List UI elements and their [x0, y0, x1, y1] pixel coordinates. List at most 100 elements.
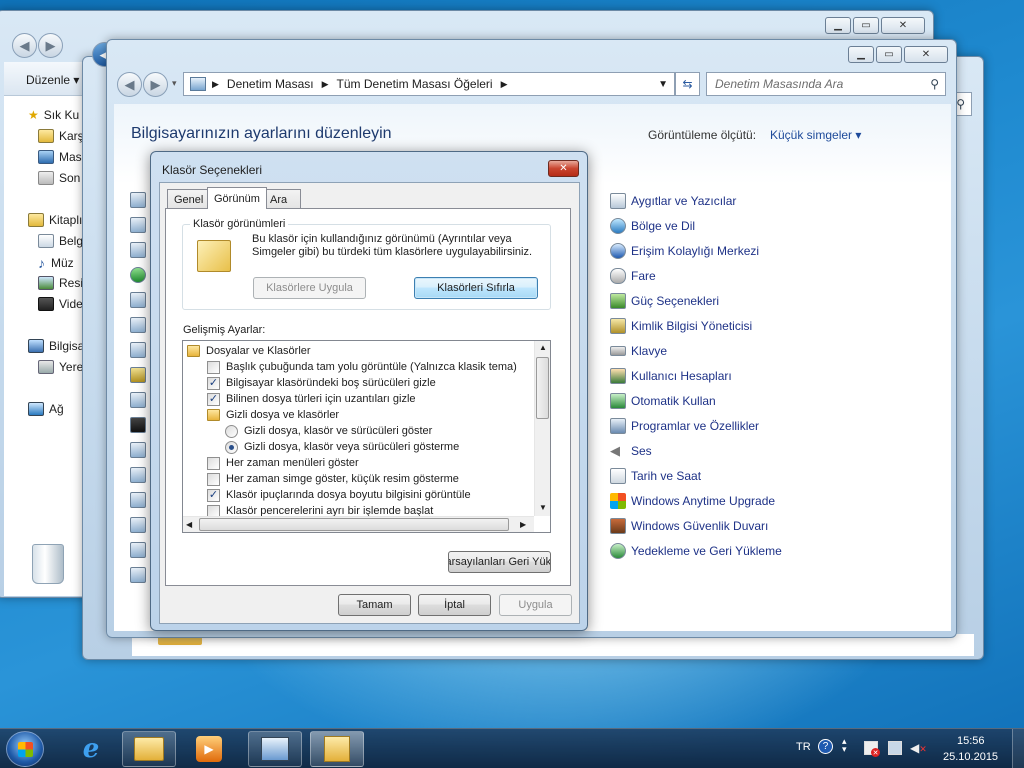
search-box[interactable]: Denetim Masasında Ara ⚲	[706, 72, 946, 96]
radio-button-selected[interactable]	[225, 440, 238, 454]
clock-time[interactable]: 15:56	[957, 735, 985, 747]
cp-item-region-language[interactable]: Bölge ve Dil	[610, 217, 695, 235]
breadcrumb-control-panel[interactable]: Denetim Masası	[227, 77, 314, 91]
nav-favorites[interactable]: ★ Sık Ku	[28, 108, 79, 122]
tree-option-full-path[interactable]: Başlık çubuğunda tam yolu görüntüle (Yal…	[207, 359, 517, 375]
checkbox[interactable]	[207, 360, 220, 374]
scroll-left-arrow-icon[interactable]: ◀	[186, 520, 192, 529]
taskbar-media-player-button[interactable]: ▶	[182, 731, 236, 767]
show-desktop-button[interactable]	[1012, 729, 1024, 768]
nav-desktop[interactable]: Karş	[38, 129, 84, 143]
cp-item-power-options[interactable]: Güç Seçenekleri	[610, 292, 719, 310]
nav-videos[interactable]: Vide	[38, 297, 83, 311]
maximize-button[interactable]: ▭	[853, 17, 879, 34]
cp-icon-7[interactable]	[130, 342, 146, 358]
apply-to-folders-button[interactable]: Klasörlere Uygula	[253, 277, 366, 299]
cp-icon-4[interactable]	[130, 267, 146, 283]
start-button[interactable]	[6, 731, 44, 767]
hscroll-thumb[interactable]	[199, 518, 509, 531]
tree-option-always-show-icons[interactable]: Her zaman simge göster, küçük resim göst…	[207, 471, 459, 487]
forward-button[interactable]: ▶	[38, 33, 63, 58]
reset-folders-button[interactable]: Klasörleri Sıfırla	[414, 277, 538, 299]
cancel-button[interactable]: İptal	[418, 594, 491, 616]
horizontal-scrollbar[interactable]: ◀ ▶	[183, 516, 534, 532]
vertical-scrollbar[interactable]: ▲ ▼	[534, 341, 550, 516]
address-bar[interactable]: ▶ Denetim Masası ▶ Tüm Denetim Masası Öğ…	[183, 72, 675, 96]
cp-icon-9[interactable]	[130, 392, 146, 408]
cp-item-devices-printers[interactable]: Aygıtlar ve Yazıcılar	[610, 192, 736, 210]
forward-button[interactable]: ▶	[143, 72, 168, 97]
nav-local-disk[interactable]: Yere	[38, 360, 83, 374]
tab-search[interactable]: Ara	[263, 189, 301, 209]
tree-option-hide-empty-drives[interactable]: ✓ Bilgisayar klasöründeki boş sürücüleri …	[207, 375, 436, 391]
organize-menu[interactable]: Düzenle ▾	[26, 73, 79, 87]
tree-option-show-hidden[interactable]: Gizli dosya, klasör ve sürücüleri göster	[225, 423, 432, 439]
minimize-button[interactable]: ▁	[848, 46, 874, 63]
close-button[interactable]: ✕	[904, 46, 948, 63]
tree-option-dont-show-hidden[interactable]: Gizli dosya, klasör veya sürücüleri göst…	[225, 439, 459, 455]
apply-button[interactable]: Uygula	[499, 594, 572, 616]
cp-icon-6[interactable]	[130, 317, 146, 333]
cp-item-firewall[interactable]: Windows Güvenlik Duvarı	[610, 517, 768, 535]
volume-muted-icon[interactable]: ◀✕	[910, 741, 927, 755]
cp-icon-1[interactable]	[130, 192, 146, 208]
nav-music[interactable]: ♪ Müz	[38, 255, 74, 271]
clock-date[interactable]: 25.10.2015	[943, 751, 998, 763]
cp-item-sound[interactable]: ◀ Ses	[610, 442, 652, 460]
cp-item-backup-restore[interactable]: Yedekleme ve Geri Yükleme	[610, 542, 782, 560]
cp-item-programs-features[interactable]: Programlar ve Özellikler	[610, 417, 759, 435]
nav-recent[interactable]: Son	[38, 171, 80, 185]
radio-button[interactable]	[225, 424, 238, 438]
breadcrumb-all-items[interactable]: Tüm Denetim Masası Öğeleri	[337, 77, 493, 91]
taskbar-ie-button[interactable]: e	[64, 731, 118, 767]
cp-item-date-time[interactable]: Tarih ve Saat	[610, 467, 701, 485]
checkbox[interactable]	[207, 456, 220, 470]
cp-item-keyboard[interactable]: Klavye	[610, 342, 667, 360]
cp-icon-3[interactable]	[130, 242, 146, 258]
cp-icon-15[interactable]	[130, 542, 146, 558]
network-tray-icon[interactable]	[888, 741, 902, 755]
cp-item-anytime-upgrade[interactable]: Windows Anytime Upgrade	[610, 492, 775, 510]
cp-icon-5[interactable]	[130, 292, 146, 308]
nav-network[interactable]: Ağ	[28, 402, 64, 416]
nav-documents[interactable]: Belg	[38, 234, 83, 248]
scroll-down-arrow-icon[interactable]: ▼	[539, 503, 547, 512]
tab-general[interactable]: Genel	[167, 189, 211, 209]
restore-defaults-button[interactable]: arsayılanları Geri Yükl	[448, 551, 551, 573]
tree-option-hide-extensions[interactable]: ✓ Bilinen dosya türleri için uzantıları g…	[207, 391, 416, 407]
advanced-settings-tree[interactable]: Dosyalar ve Klasörler Başlık çubuğunda t…	[182, 340, 551, 533]
cp-item-autoplay[interactable]: Otomatik Kullan	[610, 392, 716, 410]
cp-icon-11[interactable]	[130, 442, 146, 458]
cp-icon-2[interactable]	[130, 217, 146, 233]
taskbar-control-panel-button[interactable]	[248, 731, 302, 767]
cp-item-user-accounts[interactable]: Kullanıcı Hesapları	[610, 367, 732, 385]
minimize-button[interactable]: ▁	[825, 17, 851, 34]
scroll-right-arrow-icon[interactable]: ▶	[520, 520, 526, 529]
language-indicator[interactable]: TR	[796, 741, 811, 753]
taskbar-explorer-button[interactable]	[122, 731, 176, 767]
tray-expand-icon[interactable]: ▴ ▾	[842, 737, 847, 754]
scroll-up-arrow-icon[interactable]: ▲	[539, 343, 547, 352]
action-center-icon[interactable]: ✕	[864, 741, 880, 757]
recent-pages-chevron-icon[interactable]: ▾	[172, 78, 177, 89]
refresh-button[interactable]: ⇆	[675, 72, 700, 96]
tab-view[interactable]: Görünüm	[207, 187, 267, 209]
nav-libraries[interactable]: Kitaplı	[28, 213, 82, 227]
recycle-bin-icon[interactable]	[32, 544, 64, 584]
view-by-dropdown[interactable]: Küçük simgeler ▾	[770, 128, 861, 142]
nav-pictures[interactable]: Resi	[38, 276, 83, 290]
dialog-close-button[interactable]: ✕	[548, 160, 579, 177]
cp-icon-16[interactable]	[130, 567, 146, 583]
checkbox-checked[interactable]: ✓	[207, 376, 220, 390]
close-button[interactable]: ✕	[881, 17, 925, 34]
checkbox-checked[interactable]: ✓	[207, 392, 220, 406]
nav-computer[interactable]: Bilgisa	[28, 339, 84, 353]
cp-icon-13[interactable]	[130, 492, 146, 508]
address-dropdown-icon[interactable]: ▼	[658, 79, 668, 90]
nav-desktop2[interactable]: Masa	[38, 150, 88, 164]
back-button[interactable]: ◀	[117, 72, 142, 97]
taskbar-folder-options-button[interactable]	[310, 731, 364, 767]
checkbox[interactable]	[207, 472, 220, 486]
cp-item-ease-of-access[interactable]: Erişim Kolaylığı Merkezi	[610, 242, 759, 260]
cp-icon-8[interactable]	[130, 367, 146, 383]
